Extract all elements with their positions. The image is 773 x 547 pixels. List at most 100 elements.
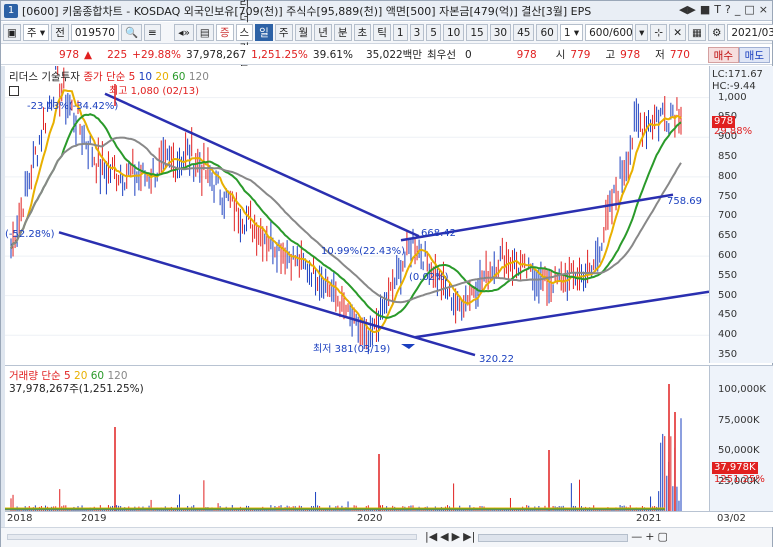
volume-pct-tag: 1251.25% — [714, 474, 765, 485]
zoom-out-icon[interactable]: — — [631, 530, 642, 543]
price-y-tick: 400 — [718, 329, 738, 341]
channel-label-upper: 668.42 — [421, 228, 456, 239]
lc-label: LC:171.67 — [712, 69, 763, 80]
period-second[interactable]: 초 — [353, 24, 372, 41]
volume-chart-panel[interactable]: 거래량 단순 5 20 60 120 37,978,267주(1,251.25%… — [5, 365, 709, 512]
market-select-value: 주 — [26, 27, 37, 39]
scroll-first-icon[interactable]: |◀ — [425, 530, 437, 543]
sound-icon[interactable]: ◂» — [174, 24, 194, 41]
x-label-2018: 2018 — [7, 513, 33, 524]
volume-y-tick: 100,000K — [718, 384, 766, 396]
interval-45[interactable]: 45 — [513, 24, 535, 41]
interval-30[interactable]: 30 — [489, 24, 512, 41]
date-field[interactable]: 2021/03/02 — [727, 24, 773, 41]
open-label: 시 — [555, 49, 566, 61]
price-y-tick: 650 — [718, 230, 738, 242]
interval-15[interactable]: 15 — [466, 24, 488, 41]
low-label: 저 — [655, 49, 665, 61]
x-axis[interactable]: 2018 2019 2020 2021 03/02 — [5, 511, 773, 527]
scroll-prev-icon[interactable]: ◀ — [440, 530, 448, 543]
list-icon[interactable]: ≡ — [144, 24, 161, 41]
link-icon[interactable]: ◀▶ — [679, 3, 696, 16]
ref-value: 0 — [464, 48, 472, 61]
scroll-bar[interactable]: |◀ ◀ ▶ ▶| — + ▢ — [1, 527, 772, 547]
price-y-tick: 1,000 — [718, 91, 747, 103]
interval-1[interactable]: 1 — [392, 24, 408, 41]
period-tick[interactable]: 틱 — [373, 24, 391, 41]
stock-code-input[interactable]: 019570 — [70, 24, 119, 41]
maximize-icon[interactable]: □ — [744, 3, 754, 16]
draw-icon[interactable]: ⊹ — [650, 24, 668, 41]
high-price: 978 — [620, 48, 641, 61]
settings-icon[interactable]: ⚙ — [707, 24, 726, 41]
trend-channel-line — [414, 290, 709, 339]
close-icon[interactable]: × — [759, 3, 768, 16]
period-yearly[interactable]: 년 — [314, 24, 332, 41]
scroll-track[interactable] — [7, 534, 417, 540]
price-legend-name: 리더스 기술투자 — [9, 71, 80, 83]
chart-window: 1 [0600] 키움종합차트 - KOSDAQ 외국인보유[709(천)] 주… — [0, 0, 773, 547]
search-icon[interactable]: 🔍 — [120, 24, 143, 41]
volume-y-tick: 75,000K — [718, 414, 760, 426]
trend-channel-line — [104, 92, 420, 238]
open-price: 779 — [570, 48, 591, 61]
scroll-last-icon[interactable]: ▶| — [463, 530, 475, 543]
high-annotation: 최고 1,080 (02/13) — [109, 86, 200, 97]
interval-5[interactable]: 5 — [426, 24, 441, 41]
period-monthly[interactable]: 월 — [294, 24, 313, 41]
window-number-badge: 1 — [4, 3, 18, 18]
price-y-tick: 600 — [718, 250, 738, 262]
interval-select-value: 1 — [563, 26, 571, 39]
period-daily[interactable]: 일 — [255, 24, 273, 41]
minimize-icon[interactable]: _ — [735, 3, 741, 16]
price-y-tick: 850 — [718, 151, 738, 163]
price-y-tick: 350 — [718, 349, 738, 361]
x-label-2020: 2020 — [357, 513, 383, 524]
company-name-field: 리더스 기술 — [235, 0, 254, 69]
compare-icon[interactable]: ▤ — [195, 24, 214, 41]
interval-10[interactable]: 10 — [442, 24, 465, 41]
zoom-in-icon[interactable]: + — [645, 530, 654, 543]
period-weekly[interactable]: 주 — [274, 24, 293, 41]
volume-current: 37,978,267주(1,251.25%) — [9, 383, 144, 395]
left-edge-annotation: (-52.28%) — [5, 229, 55, 240]
channel-label-lower: 320.22 — [479, 354, 514, 365]
market-select[interactable]: 주 ▾ — [22, 24, 50, 41]
volume-y-axis[interactable]: 100,000K 75,000K 50,000K 25,000K 37,978K 12… — [709, 365, 773, 511]
up-arrow-icon: ▲ — [84, 48, 93, 61]
sell-button[interactable]: 매도 — [738, 47, 770, 63]
save-icon[interactable]: ▦ — [688, 24, 706, 41]
volume-ratio: 1,251.25% — [251, 48, 308, 61]
panel-toggle-icon[interactable] — [9, 86, 19, 96]
fit-icon[interactable]: ▢ — [658, 530, 668, 543]
color-icon[interactable]: ■ — [700, 3, 710, 16]
price-chart-panel[interactable]: 리더스 기술투자 종가 단순 5 10 20 60 120 최고 1,080 (… — [5, 66, 709, 365]
crosshair-icon[interactable]: ✕ — [669, 24, 687, 41]
interval-3[interactable]: 3 — [409, 24, 425, 41]
price-y-tick: 800 — [718, 170, 738, 182]
company-flag[interactable]: 증 — [215, 24, 234, 41]
price-y-axis[interactable]: LC:171.67 HC:-9.44 1,0009509008508007507… — [709, 66, 773, 363]
interval-60[interactable]: 60 — [536, 24, 558, 41]
mid-annotation: 10.99%(22.43%) — [321, 246, 406, 257]
scroll-range-track[interactable] — [478, 534, 629, 542]
current-price: 978 — [59, 48, 80, 61]
hc-label: HC:-9.44 — [712, 81, 756, 92]
period-minute[interactable]: 분 — [333, 24, 352, 41]
scroll-next-icon[interactable]: ▶ — [452, 530, 460, 543]
window-controls: ◀▶ ■ T ? _ □ × — [679, 3, 768, 16]
prev-button[interactable]: 전 — [51, 24, 69, 41]
channel-label-right: 758.69 — [667, 196, 702, 207]
count-display[interactable]: 600/600 — [585, 24, 634, 41]
pct-tag: 29.88% — [714, 126, 753, 137]
price-change: 225 — [107, 48, 128, 61]
low-marker — [401, 344, 415, 349]
help-icon[interactable]: ? — [725, 3, 731, 16]
title-bar: 1 [0600] 키움종합차트 - KOSDAQ 외국인보유[709(천)] 주… — [1, 1, 772, 21]
pin-icon[interactable]: ▾ — [635, 24, 649, 41]
font-icon[interactable]: T — [714, 3, 721, 16]
ref-label: 최우선 — [427, 49, 456, 61]
layout-icon[interactable]: ▣ — [3, 24, 21, 41]
buy-button[interactable]: 매수 — [707, 47, 739, 63]
interval-select[interactable]: 1 ▾ — [559, 24, 584, 41]
